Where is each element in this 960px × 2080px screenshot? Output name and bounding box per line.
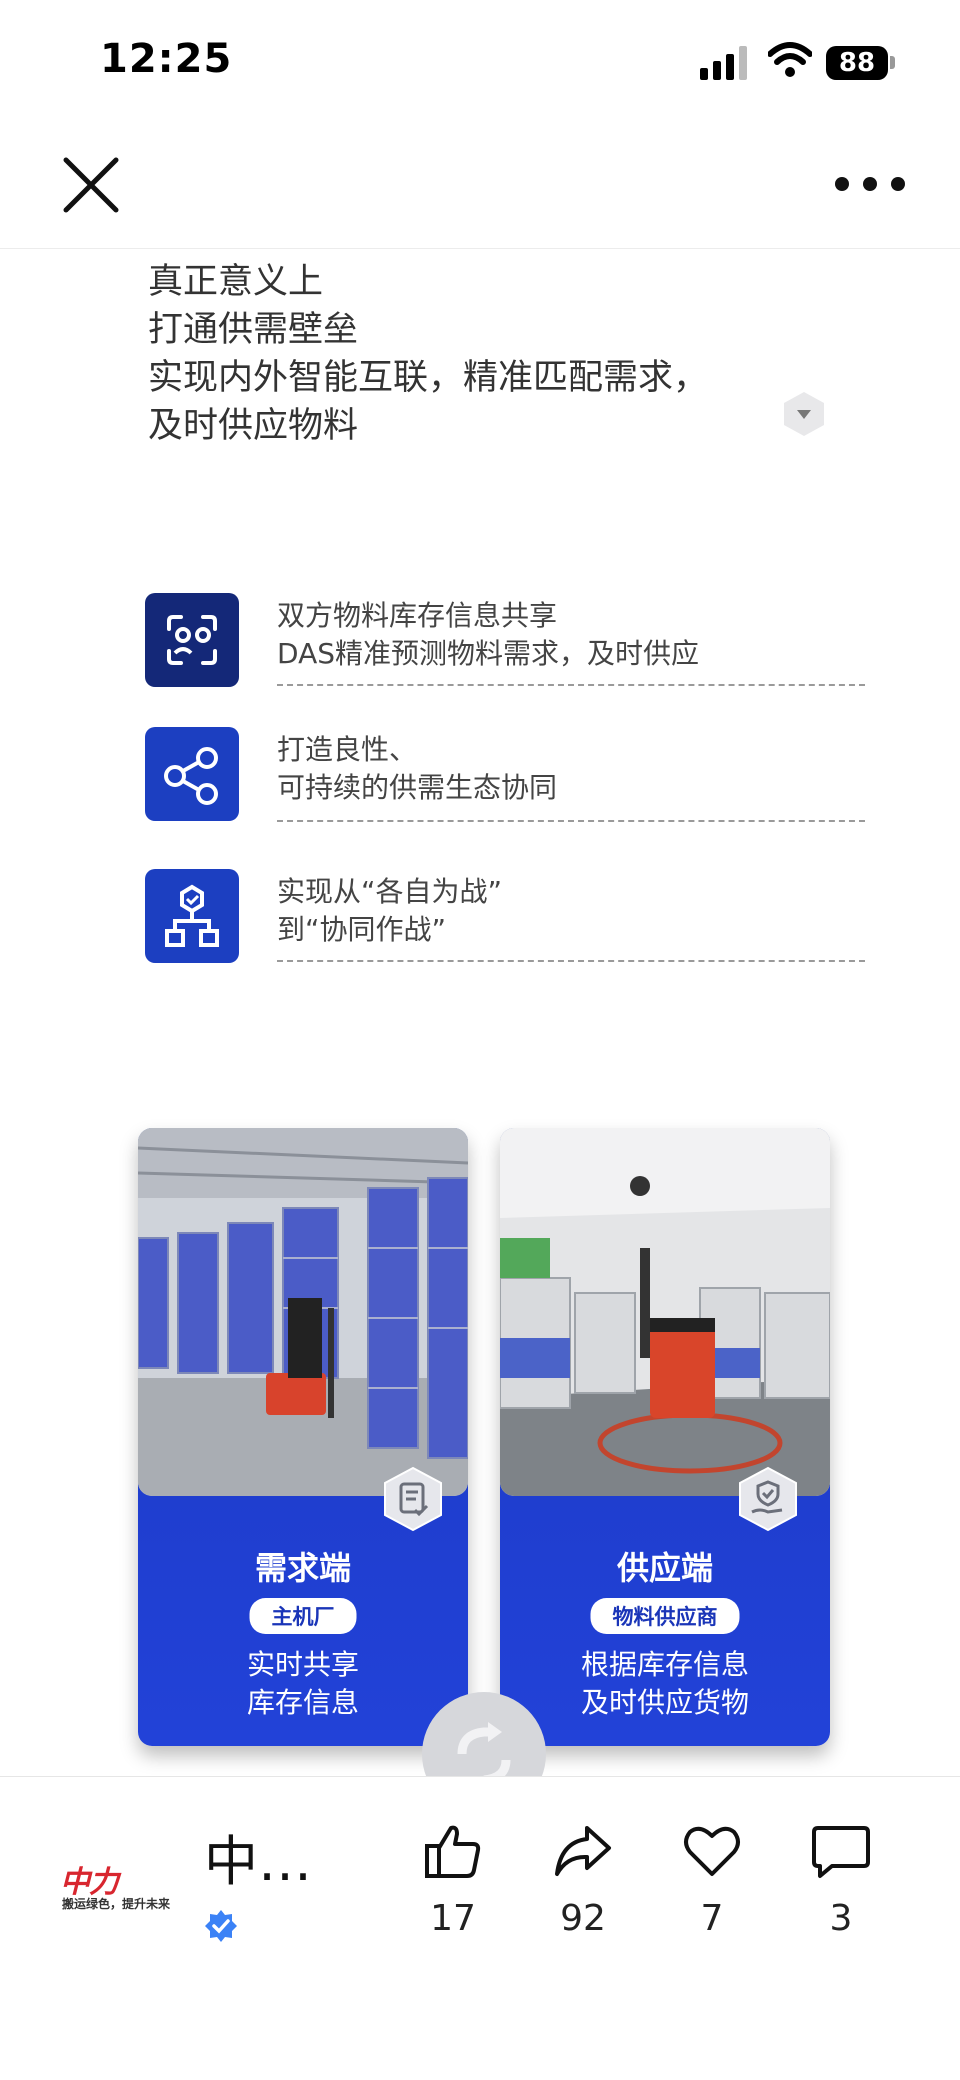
intro-line: 打通供需壁垒 [148, 310, 359, 350]
battery-indicator: 88 [826, 46, 888, 80]
feature-item: 打造良性、 可持续的供需生态协同 [145, 727, 865, 837]
close-icon[interactable] [58, 152, 124, 218]
comment-bubble-icon [812, 1826, 870, 1878]
share-nodes-icon [145, 727, 239, 821]
comment-count: 3 [829, 1898, 853, 1939]
warehouse-photo [500, 1128, 830, 1496]
battery-nub [890, 56, 895, 69]
feature-line: 可持续的供需生态协同 [277, 771, 558, 804]
more-icon[interactable] [830, 172, 910, 196]
feature-text: 实现从“各自为战” 到“协同作战” [277, 873, 502, 949]
feature-item: 实现从“各自为战” 到“协同作战” [145, 869, 865, 979]
card-desc-line: 实时共享 [246, 1648, 359, 1681]
card-title: 需求端 [254, 1549, 351, 1587]
brand-logo[interactable]: 中力 搬运绿色，提升未来 [60, 1857, 172, 1915]
feature-text: 打造良性、 可持续的供需生态协同 [277, 731, 557, 807]
card-desc-line: 及时供应货物 [580, 1686, 749, 1719]
feature-line: 到“协同作战” [277, 913, 447, 946]
logo-tagline: 搬运绿色，提升未来 [62, 1897, 171, 1911]
intro-line: 真正意义上 [148, 262, 324, 302]
feature-line: 实现从“各自为战” [277, 875, 503, 908]
intro-text: 真正意义上 打通供需壁垒 实现内外智能互联，精准匹配需求， 及时供应物料 [148, 258, 708, 450]
intro-line: 及时供应物料 [148, 406, 359, 446]
verified-badge-icon [205, 1910, 237, 1942]
favorite-count: 7 [700, 1898, 724, 1939]
feature-line: DAS精准预测物料需求，及时供应 [277, 637, 699, 670]
card-description: 实时共享 库存信息 [138, 1646, 468, 1722]
wifi-icon [768, 42, 812, 77]
like-button[interactable]: 17 [408, 1822, 498, 1939]
card-tag: 主机厂 [249, 1598, 357, 1634]
card-description: 根据库存信息 及时供应货物 [500, 1646, 830, 1722]
comment-button[interactable]: 3 [796, 1822, 886, 1939]
org-chart-icon [145, 869, 239, 963]
dashed-divider [277, 960, 865, 962]
card-tag: 物料供应商 [590, 1598, 740, 1634]
feature-text: 双方物料库存信息共享 DAS精准预测物料需求，及时供应 [277, 597, 699, 673]
hand-shield-icon [739, 1466, 797, 1532]
author-name[interactable]: 中… [204, 1817, 312, 1896]
heart-icon [684, 1826, 740, 1876]
status-time: 12:25 [100, 36, 233, 82]
card-title: 供应端 [616, 1549, 713, 1587]
feature-item: 双方物料库存信息共享 DAS精准预测物料需求，及时供应 [145, 593, 865, 703]
face-scan-icon [145, 593, 239, 687]
share-count: 92 [560, 1898, 606, 1939]
feature-line: 打造良性、 [277, 733, 418, 766]
card-desc-line: 库存信息 [246, 1686, 359, 1719]
document-check-icon [384, 1466, 442, 1532]
supply-side-card: 供应端 物料供应商 根据库存信息 及时供应货物 [500, 1128, 830, 1746]
intro-line: 实现内外智能互联，精准匹配需求， [148, 358, 709, 398]
top-nav-bar [0, 120, 960, 249]
status-bar: 12:25 88 [0, 0, 960, 120]
feature-line: 双方物料库存信息共享 [277, 599, 558, 632]
warehouse-photo [138, 1128, 468, 1496]
demand-side-card: 需求端 主机厂 实时共享 库存信息 [138, 1128, 468, 1746]
share-arrow-icon [555, 1826, 611, 1876]
dashed-divider [277, 820, 865, 822]
favorite-button[interactable]: 7 [667, 1822, 757, 1939]
cellular-signal-icon [700, 46, 747, 80]
bottom-action-bar: 中力 搬运绿色，提升未来 中… 17 92 7 3 [0, 1776, 960, 2080]
sync-circle-icon [422, 1692, 546, 1790]
card-desc-line: 根据库存信息 [580, 1648, 749, 1681]
share-button[interactable]: 92 [538, 1822, 628, 1939]
scroll-down-badge-icon[interactable] [782, 390, 826, 438]
dashed-divider [277, 684, 865, 686]
like-count: 17 [430, 1898, 476, 1939]
thumbs-up-icon [425, 1825, 481, 1878]
